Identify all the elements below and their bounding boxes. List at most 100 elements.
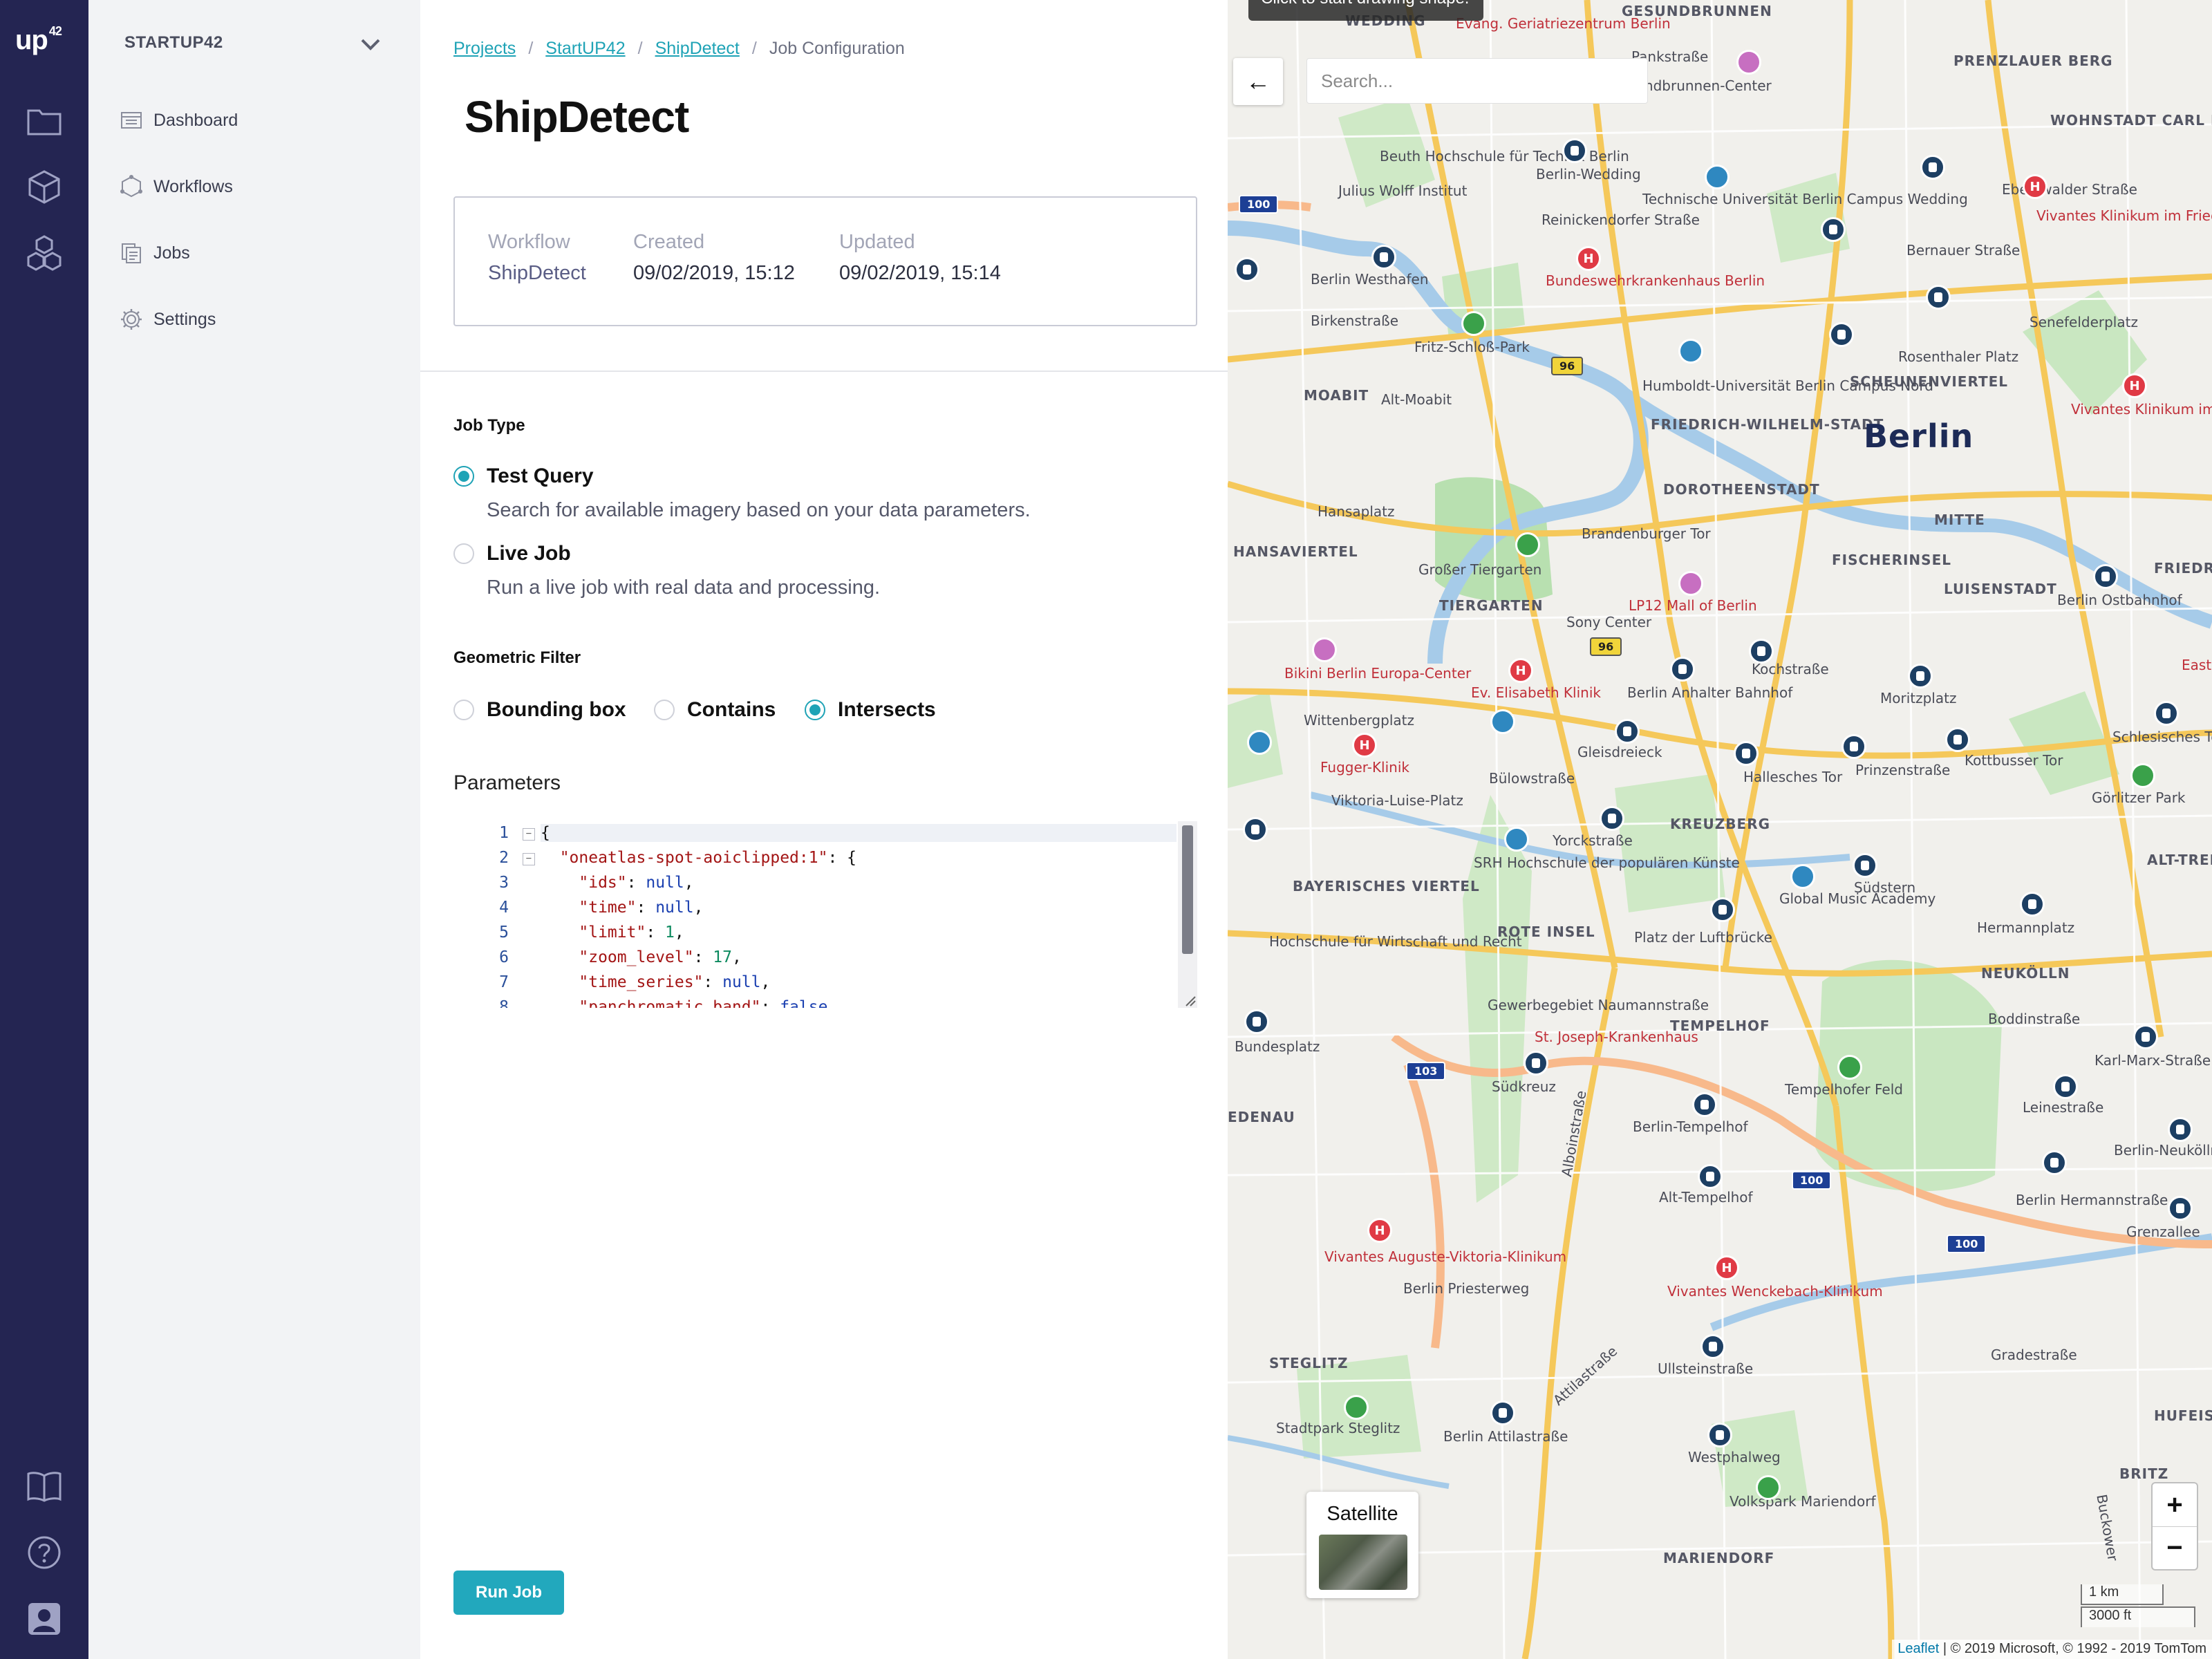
university-icon[interactable] xyxy=(1678,339,1703,364)
transit-station-icon[interactable] xyxy=(1700,1334,1725,1359)
transit-station-icon[interactable] xyxy=(1698,1164,1723,1189)
shopping-icon[interactable] xyxy=(1678,571,1703,596)
transit-station-icon[interactable] xyxy=(1710,897,1735,922)
shopping-icon[interactable] xyxy=(1312,637,1337,662)
sidebar-item-jobs[interactable]: Jobs xyxy=(119,236,190,270)
hospital-icon[interactable] xyxy=(1576,246,1601,271)
satellite-layer-toggle[interactable]: Satellite xyxy=(1306,1492,1418,1598)
hospital-icon[interactable] xyxy=(1714,1255,1739,1280)
shopping-icon[interactable] xyxy=(1736,50,1761,75)
contains-radio[interactable] xyxy=(654,700,675,720)
university-icon[interactable] xyxy=(1705,165,1730,189)
parameters-code-editor[interactable]: 1 2 3 4 5 6 7 8 − − { "oneatlas-spot-aoi… xyxy=(453,821,1197,1008)
sidebar-item-workflows[interactable]: Workflows xyxy=(119,170,233,203)
transit-station-icon[interactable] xyxy=(1821,217,1846,242)
leaflet-link[interactable]: Leaflet xyxy=(1897,1641,1939,1656)
transit-station-icon[interactable] xyxy=(1920,155,1945,180)
transit-station-icon[interactable] xyxy=(2168,1117,2193,1142)
book-icon[interactable] xyxy=(24,1465,65,1507)
chevron-down-icon[interactable] xyxy=(357,30,384,58)
transit-station-icon[interactable] xyxy=(1926,285,1951,310)
help-icon[interactable] xyxy=(24,1532,65,1573)
park-icon[interactable] xyxy=(1461,311,1486,336)
breadcrumb-shipdetect[interactable]: ShipDetect xyxy=(655,39,740,59)
university-icon[interactable] xyxy=(1247,730,1272,755)
cube-icon[interactable] xyxy=(24,166,65,207)
transit-station-icon[interactable] xyxy=(2133,1024,2158,1049)
editor-scrollbar[interactable] xyxy=(1182,825,1193,954)
park-icon[interactable] xyxy=(1515,532,1540,557)
zoom-out-button[interactable]: − xyxy=(2153,1526,2197,1569)
transit-station-icon[interactable] xyxy=(1243,817,1268,842)
test-query-label[interactable]: Test Query xyxy=(487,465,594,488)
sidebar-item-dashboard[interactable]: Dashboard xyxy=(119,104,238,137)
live-job-radio[interactable] xyxy=(453,543,474,564)
resize-handle-icon[interactable] xyxy=(1182,993,1196,1006)
park-icon[interactable] xyxy=(1756,1475,1781,1500)
intersects-radio[interactable] xyxy=(805,700,825,720)
map-place-label: Hermannplatz xyxy=(1977,919,2075,936)
hospital-icon[interactable] xyxy=(1367,1218,1392,1243)
transit-station-icon[interactable] xyxy=(1707,1423,1732,1447)
transit-station-icon[interactable] xyxy=(1670,657,1695,682)
transit-station-icon[interactable] xyxy=(1692,1092,1717,1117)
transit-station-icon[interactable] xyxy=(1853,853,1877,878)
transit-station-icon[interactable] xyxy=(1615,719,1640,744)
map-view[interactable]: WEDDING GESUNDBRUNNEN PRENZLAUER BERG WO… xyxy=(1228,0,2212,1659)
transit-station-icon[interactable] xyxy=(1829,322,1854,347)
live-job-label[interactable]: Live Job xyxy=(487,542,571,565)
fold-toggle-icon[interactable]: − xyxy=(523,828,535,841)
back-arrow-icon[interactable]: ← xyxy=(1233,58,1283,105)
breadcrumb-projects[interactable]: Projects xyxy=(453,39,516,59)
run-job-button[interactable]: Run Job xyxy=(453,1571,564,1615)
transit-station-icon[interactable] xyxy=(2168,1196,2193,1221)
transit-station-icon[interactable] xyxy=(1841,734,1866,759)
transit-station-icon[interactable] xyxy=(1908,664,1933,688)
sidebar-item-label: Settings xyxy=(153,309,216,329)
university-icon[interactable] xyxy=(1790,864,1815,889)
bounding-box-label[interactable]: Bounding box xyxy=(487,698,626,722)
hospital-icon[interactable] xyxy=(1508,658,1533,683)
breadcrumb-startup42[interactable]: StartUP42 xyxy=(545,39,625,59)
editor-code[interactable]: { "oneatlas-spot-aoiclipped:1": { "ids":… xyxy=(541,821,1177,1008)
transit-station-icon[interactable] xyxy=(1235,257,1259,282)
blocks-icon[interactable] xyxy=(24,232,65,274)
transit-station-icon[interactable] xyxy=(1734,741,1759,766)
info-value[interactable]: ShipDetect xyxy=(488,262,586,285)
park-icon[interactable] xyxy=(1344,1395,1369,1420)
transit-station-icon[interactable] xyxy=(1562,138,1587,163)
transit-station-icon[interactable] xyxy=(2154,701,2179,726)
transit-station-icon[interactable] xyxy=(2053,1074,2078,1099)
contains-label[interactable]: Contains xyxy=(687,698,776,722)
sidebar-item-settings[interactable]: Settings xyxy=(119,303,216,336)
transit-station-icon[interactable] xyxy=(1749,639,1774,664)
park-icon[interactable] xyxy=(2130,763,2155,788)
org-name[interactable]: STARTUP42 xyxy=(124,33,223,53)
transit-station-icon[interactable] xyxy=(1945,727,1970,752)
hospital-icon[interactable] xyxy=(2122,373,2147,398)
zoom-in-button[interactable]: + xyxy=(2153,1483,2197,1526)
transit-station-icon[interactable] xyxy=(2020,892,2045,917)
up42-logo[interactable]: up 42 xyxy=(15,24,62,56)
transit-station-icon[interactable] xyxy=(1244,1009,1269,1034)
map-place-label: Berlin-Tempelhof xyxy=(1633,1118,1748,1135)
university-icon[interactable] xyxy=(1490,709,1515,734)
transit-station-icon[interactable] xyxy=(1490,1400,1515,1425)
folder-icon[interactable] xyxy=(24,101,65,142)
map-search-input[interactable]: Search... xyxy=(1306,58,1648,104)
fold-toggle-icon[interactable]: − xyxy=(523,853,535,865)
intersects-label[interactable]: Intersects xyxy=(838,698,936,722)
sidebar-item-label: Dashboard xyxy=(153,110,238,130)
park-icon[interactable] xyxy=(1837,1055,1862,1080)
hospital-icon[interactable] xyxy=(2023,174,2047,199)
user-icon[interactable] xyxy=(24,1598,65,1640)
transit-station-icon[interactable] xyxy=(1600,806,1624,831)
transit-station-icon[interactable] xyxy=(1371,245,1396,270)
transit-station-icon[interactable] xyxy=(2042,1150,2067,1175)
test-query-radio[interactable] xyxy=(453,466,474,487)
transit-station-icon[interactable] xyxy=(2093,564,2118,589)
transit-station-icon[interactable] xyxy=(1524,1051,1548,1076)
hospital-icon[interactable] xyxy=(1352,733,1377,758)
university-icon[interactable] xyxy=(1504,827,1529,852)
bounding-box-radio[interactable] xyxy=(453,700,474,720)
